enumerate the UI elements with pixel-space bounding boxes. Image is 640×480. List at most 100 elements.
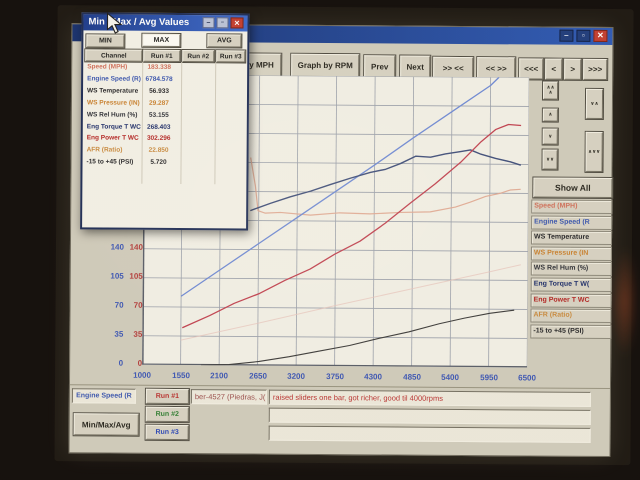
dialog-maximize-button[interactable]: ▫ — [216, 17, 228, 28]
run1-value: 6784.578 — [138, 76, 180, 83]
x-tick-3: 2650 — [243, 371, 273, 381]
legend-item-5[interactable]: Eng Torque T W( — [531, 277, 612, 292]
x-tick-7: 4850 — [397, 373, 427, 383]
legend-scroll-button-2[interactable]: ∨ — [543, 129, 558, 145]
run-comment-field-1[interactable]: raised sliders one bar, got richer, good… — [269, 390, 591, 407]
x-tick-8: 5400 — [435, 373, 465, 383]
toolbar-button-7[interactable]: < — [545, 59, 562, 80]
toolbar-button-1[interactable]: Graph by RPM — [291, 54, 359, 77]
mouse-cursor — [106, 13, 122, 35]
run-comment-field-2[interactable] — [269, 408, 591, 425]
toolbar-button-5[interactable]: << >> — [477, 57, 515, 79]
screen-glare — [611, 247, 638, 357]
dialog-row-6: Eng Power T WC302.296 — [83, 134, 247, 146]
y-tick-red-1: 105 — [126, 272, 143, 282]
channel-name: AFR (Ratio) — [87, 146, 123, 153]
run1-value: 5.720 — [138, 159, 180, 166]
y-tick-red-4: 0 — [125, 359, 142, 369]
run-comment-field-3[interactable] — [269, 426, 591, 443]
column-header-run2: Run #2 — [182, 50, 214, 62]
channel-name: Eng Power T WC — [87, 134, 139, 141]
dialog-title: Min / Max / Avg Values — [88, 16, 189, 28]
legend-item-3[interactable]: WS Pressure (IN — [531, 246, 612, 261]
x-tick-2: 2100 — [204, 371, 234, 381]
legend-scroll-button-3[interactable]: ∨∨ — [542, 150, 557, 170]
legend-item-0[interactable]: Speed (MPH) — [531, 199, 612, 214]
run1-value: 22.850 — [138, 147, 180, 154]
channel-name: WS Temperature — [87, 87, 138, 94]
window-maximize-button[interactable]: ▫ — [576, 30, 590, 42]
y-tick-blue-2: 70 — [98, 300, 124, 310]
dialog-row-8: -15 to +45 (PSI) 5.720 — [82, 158, 246, 170]
dialog-row-7: AFR (Ratio) 22.850 — [83, 146, 247, 158]
x-tick-6: 4300 — [358, 372, 388, 382]
toolbar-button-4[interactable]: >> << — [433, 57, 473, 79]
legend-scroll-button-1[interactable]: ∧ — [543, 109, 558, 122]
legend-scroll-button-4[interactable]: ∨∧ — [586, 89, 603, 119]
dialog-row-3: WS Pressure (IN)29.287 — [83, 99, 247, 111]
run1-value: 56.933 — [138, 88, 180, 95]
x-tick-0: 1000 — [127, 371, 157, 381]
window-minimize-button[interactable]: – — [559, 30, 573, 42]
x-tick-9: 5950 — [474, 373, 504, 383]
channel-name: Engine Speed (R) — [87, 75, 141, 82]
column-header-channel: Channel — [85, 49, 142, 61]
run-label-1[interactable]: Run #1 — [146, 389, 189, 404]
channel-name: Speed (MPH) — [87, 63, 127, 70]
show-all-button[interactable]: Show All — [533, 177, 612, 198]
x-tick-4: 3200 — [281, 372, 311, 382]
x-channel-selector[interactable]: Engine Speed (R — [72, 388, 136, 403]
channel-name: -15 to +45 (PSI) — [87, 158, 134, 165]
y-tick-red-3: 35 — [125, 330, 142, 340]
dialog-row-0: Speed (MPH) 183.338 — [83, 63, 247, 75]
min-max-avg-button[interactable]: Min/Max/Avg — [74, 413, 139, 435]
channel-name: WS Rel Hum (%) — [87, 111, 138, 118]
run1-value: 183.338 — [138, 64, 180, 71]
dialog-close-button[interactable]: ✕ — [230, 17, 243, 28]
y-tick-blue-0: 140 — [98, 242, 124, 252]
toolbar-button-2[interactable]: Prev — [364, 55, 395, 77]
series-speed-mph — [181, 262, 521, 342]
run-label-3[interactable]: Run #3 — [146, 425, 189, 440]
dialog-minimize-button[interactable]: – — [202, 17, 214, 28]
run1-value: 53.155 — [138, 112, 180, 119]
window-close-button[interactable]: ✕ — [593, 30, 607, 42]
y-tick-red-0: 140 — [126, 243, 143, 253]
x-tick-1: 1550 — [166, 371, 196, 381]
dialog-row-2: WS Temperature56.933 — [83, 87, 247, 99]
run1-value: 302.296 — [138, 135, 180, 142]
run1-value: 268.403 — [138, 124, 180, 131]
toolbar-button-8[interactable]: > — [564, 59, 581, 80]
avg-mode-button[interactable]: AVG — [207, 34, 241, 47]
toolbar-button-9[interactable]: >>> — [583, 59, 607, 80]
toolbar-button-6[interactable]: <<< — [519, 58, 543, 79]
legend-item-4[interactable]: WS Rel Hum (%) — [531, 261, 612, 276]
legend-item-8[interactable]: -15 to +45 (PSI) — [530, 324, 611, 339]
channel-name: Eng Torque T WC — [87, 123, 141, 130]
x-tick-5: 3750 — [320, 372, 350, 382]
column-header-run3: Run #3 — [216, 50, 245, 62]
minmaxavg-dialog: Min / Max / Avg Values – ▫ ✕ MIN MAX AVG… — [80, 12, 250, 230]
y-tick-blue-4: 0 — [97, 358, 123, 368]
legend-scroll-button-0[interactable]: ∧∧∧ — [543, 82, 558, 100]
max-mode-button[interactable]: MAX — [142, 34, 180, 47]
run-label-2[interactable]: Run #2 — [146, 407, 189, 422]
dialog-row-1: Engine Speed (R)6784.578 — [83, 75, 247, 87]
run-file-field[interactable]: ber-4527 (Piedras, J( — [191, 389, 267, 405]
legend-item-2[interactable]: WS Temperature — [531, 230, 612, 245]
dialog-row-4: WS Rel Hum (%)53.155 — [83, 111, 247, 123]
min-mode-button[interactable]: MIN — [86, 34, 124, 47]
y-tick-blue-3: 35 — [97, 329, 123, 339]
y-tick-blue-1: 105 — [98, 271, 124, 281]
legend-item-1[interactable]: Engine Speed (R — [531, 215, 612, 230]
legend-item-6[interactable]: Eng Power T WC — [531, 293, 612, 308]
monitor-photo: – ▫ ✕ Graph by MPHGraph by RPMPrevNext>>… — [0, 0, 640, 480]
series-afr-ratio — [250, 158, 521, 217]
x-tick-10: 6500 — [512, 373, 542, 383]
y-tick-red-2: 70 — [126, 301, 143, 311]
toolbar-button-3[interactable]: Next — [400, 56, 430, 78]
legend-scroll-button-5[interactable]: ∧∨∨ — [585, 132, 602, 172]
legend-item-7[interactable]: AFR (Ratio) — [530, 308, 611, 323]
channel-name: WS Pressure (IN) — [87, 99, 140, 106]
column-header-run1: Run #1 — [143, 50, 180, 62]
